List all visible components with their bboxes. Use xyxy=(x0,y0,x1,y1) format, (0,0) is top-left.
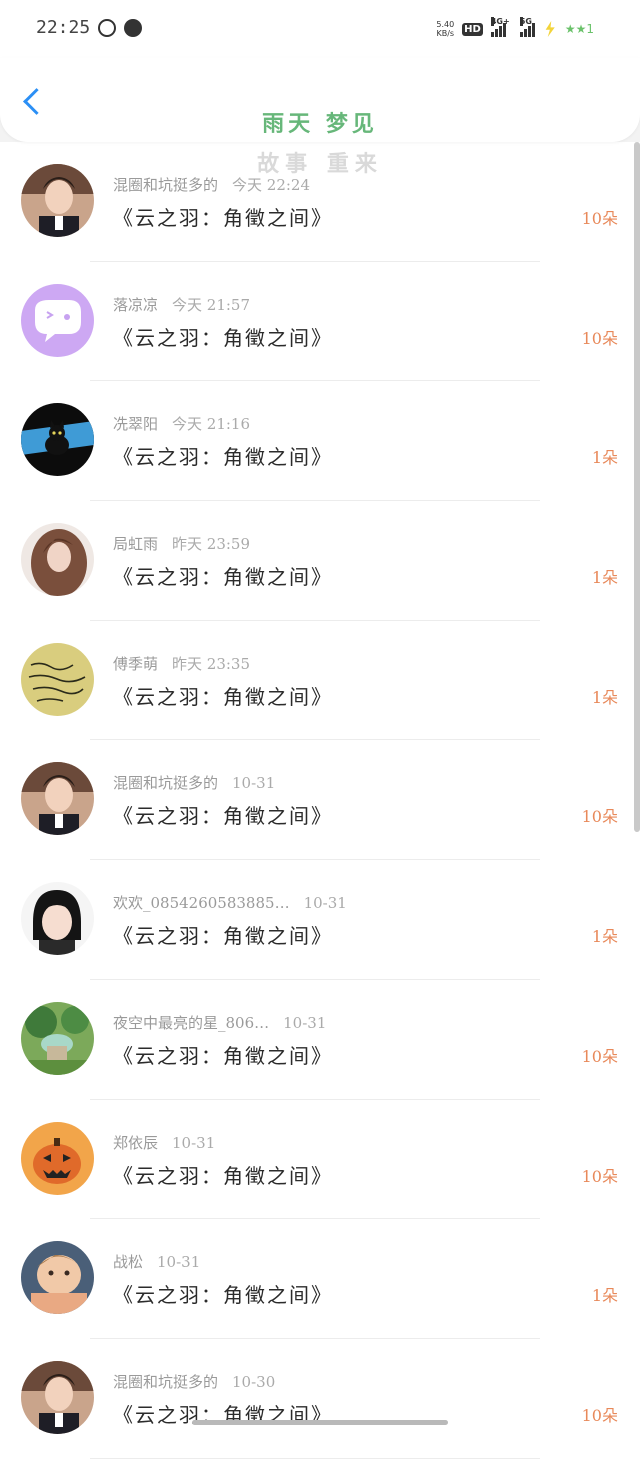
flower-count: 1朵 xyxy=(591,448,618,468)
scrollbar[interactable] xyxy=(634,142,640,832)
book-title: 《云之羽：角徵之间》 xyxy=(113,445,333,470)
avatar[interactable] xyxy=(21,1360,94,1434)
flower-count: 1朵 xyxy=(591,568,618,588)
watermark-line2: 故事 重来 xyxy=(257,151,383,177)
item-meta: 郑依辰 10-31 xyxy=(113,1132,215,1153)
book-title: 《云之羽：角徵之间》 xyxy=(113,1283,333,1308)
hd-icon: HD xyxy=(462,22,483,36)
header-bar: 雨天 梦见 xyxy=(0,58,640,142)
network-speed: 5.40 KB/s xyxy=(436,20,455,38)
timestamp: 昨天 23:59 xyxy=(172,535,251,554)
timestamp: 10-31 xyxy=(303,894,347,913)
avatar[interactable] xyxy=(21,283,94,357)
timestamp: 昨天 23:35 xyxy=(172,654,251,673)
user-name[interactable]: 夜空中最亮的星_806… xyxy=(113,1014,269,1032)
list-item[interactable]: 夜空中最亮的星_806… 10-31 《云之羽：角徵之间》 10朵 xyxy=(0,979,640,1100)
home-indicator[interactable] xyxy=(192,1420,448,1425)
avatar[interactable] xyxy=(21,882,94,956)
status-bar: 22:25 5.40 KB/s HD 4G+ 5G ★★1 xyxy=(0,0,640,58)
list-item[interactable]: 郑依辰 10-31 《云之羽：角徵之间》 10朵 xyxy=(0,1099,640,1220)
list-item[interactable]: 欢欢_0854260583885… 10-31 《云之羽：角徵之间》 1朵 xyxy=(0,860,640,980)
user-name[interactable]: 混圈和坑挺多的 xyxy=(113,176,218,194)
book-title: 《云之羽：角徵之间》 xyxy=(113,804,333,829)
book-title: 《云之羽：角徵之间》 xyxy=(113,206,333,230)
list-item[interactable]: 傅季萌 昨天 23:35 《云之羽：角徵之间》 1朵 xyxy=(0,620,640,741)
avatar[interactable] xyxy=(21,1121,94,1195)
signal-5g-icon: 5G xyxy=(519,17,535,37)
status-time: 22:25 xyxy=(36,17,91,38)
timestamp: 10-31 xyxy=(172,1133,216,1152)
user-name[interactable]: 落凉凉 xyxy=(113,296,158,314)
book-title: 《云之羽：角徵之间》 xyxy=(113,1163,333,1188)
item-meta: 欢欢_0854260583885… 10-31 xyxy=(113,892,347,913)
user-name[interactable]: 混圈和坑挺多的 xyxy=(113,774,218,792)
timestamp: 今天 22:24 xyxy=(232,176,311,194)
user-name[interactable]: 战松 xyxy=(113,1253,143,1271)
user-name[interactable]: 混圈和坑挺多的 xyxy=(113,1373,218,1391)
book-title: 《云之羽：角徵之间》 xyxy=(113,325,333,350)
book-title: 《云之羽：角徵之间》 xyxy=(113,565,333,590)
divider xyxy=(90,1457,540,1459)
list-item[interactable]: 局虹雨 昨天 23:59 《云之羽：角徵之间》 1朵 xyxy=(0,501,640,621)
item-meta: 冼翠阳 今天 21:16 xyxy=(113,413,250,434)
timestamp: 10-31 xyxy=(232,774,276,793)
flower-count: 10朵 xyxy=(581,1405,618,1425)
flower-count: 1朵 xyxy=(591,687,618,707)
item-meta: 傅季萌 昨天 23:35 xyxy=(113,653,250,674)
flower-count: 10朵 xyxy=(581,209,618,228)
flower-count: 10朵 xyxy=(581,1046,618,1066)
user-name[interactable]: 局虹雨 xyxy=(113,535,158,553)
timestamp: 10-31 xyxy=(283,1013,327,1032)
flower-count: 10朵 xyxy=(581,328,618,348)
user-name[interactable]: 郑依辰 xyxy=(113,1134,158,1152)
timestamp: 10-31 xyxy=(157,1253,201,1272)
list-item[interactable]: 冼翠阳 今天 21:16 《云之羽：角徵之间》 1朵 xyxy=(0,381,640,502)
book-title: 《云之羽：角徵之间》 xyxy=(113,1043,333,1068)
item-meta: 局虹雨 昨天 23:59 xyxy=(113,533,250,554)
list-item[interactable]: 混圈和坑挺多的 10-30 《云之羽：角徵之间》 10朵 xyxy=(0,1338,640,1459)
item-meta: 混圈和坑挺多的 10-30 xyxy=(113,1371,275,1392)
avatar[interactable] xyxy=(21,762,94,836)
avatar[interactable] xyxy=(21,1241,94,1315)
flower-count: 10朵 xyxy=(581,807,618,827)
stars-icon: ★★1 xyxy=(564,22,594,36)
book-title: 《云之羽：角徵之间》 xyxy=(113,684,333,709)
flower-count: 1朵 xyxy=(591,927,618,947)
list-item[interactable]: 混圈和坑挺多的 10-31 《云之羽：角徵之间》 10朵 xyxy=(0,740,640,861)
avatar[interactable] xyxy=(21,642,94,716)
list-item[interactable]: 战松 10-31 《云之羽：角徵之间》 1朵 xyxy=(0,1219,640,1339)
signal-4g-icon: 4G+ xyxy=(490,17,510,37)
watermark-line1: 雨天 梦见 xyxy=(262,111,378,137)
status-indicators: 5.40 KB/s HD 4G+ 5G ★★1 xyxy=(436,17,594,40)
avatar[interactable] xyxy=(21,523,94,597)
app-notification-icon xyxy=(124,19,142,37)
timestamp: 今天 21:16 xyxy=(172,415,251,434)
netease-icon xyxy=(98,19,116,37)
list-item[interactable]: 落凉凉 今天 21:57 《云之羽：角徵之间》 10朵 xyxy=(0,261,640,382)
flower-count: 1朵 xyxy=(591,1286,618,1306)
user-name[interactable]: 冼翠阳 xyxy=(113,415,158,433)
user-name[interactable]: 傅季萌 xyxy=(113,655,158,673)
timestamp: 10-30 xyxy=(232,1372,276,1391)
book-title: 《云之羽：角徵之间》 xyxy=(113,924,333,949)
battery-charging-icon xyxy=(545,21,555,37)
gift-list: 混圈和坑挺多的 今天 22:24 《云之羽：角徵之间》 10朵 落凉凉 今天 21:57 《… xyxy=(0,142,640,1459)
timestamp: 今天 21:57 xyxy=(172,295,251,314)
avatar[interactable] xyxy=(21,403,94,477)
item-meta: 落凉凉 今天 21:57 xyxy=(113,294,250,315)
avatar[interactable] xyxy=(21,1001,94,1075)
flower-count: 10朵 xyxy=(581,1166,618,1186)
item-meta: 战松 10-31 xyxy=(113,1251,200,1272)
user-name[interactable]: 欢欢_0854260583885… xyxy=(113,894,290,912)
item-meta: 夜空中最亮的星_806… 10-31 xyxy=(113,1012,326,1033)
item-meta: 混圈和坑挺多的 10-31 xyxy=(113,772,275,793)
